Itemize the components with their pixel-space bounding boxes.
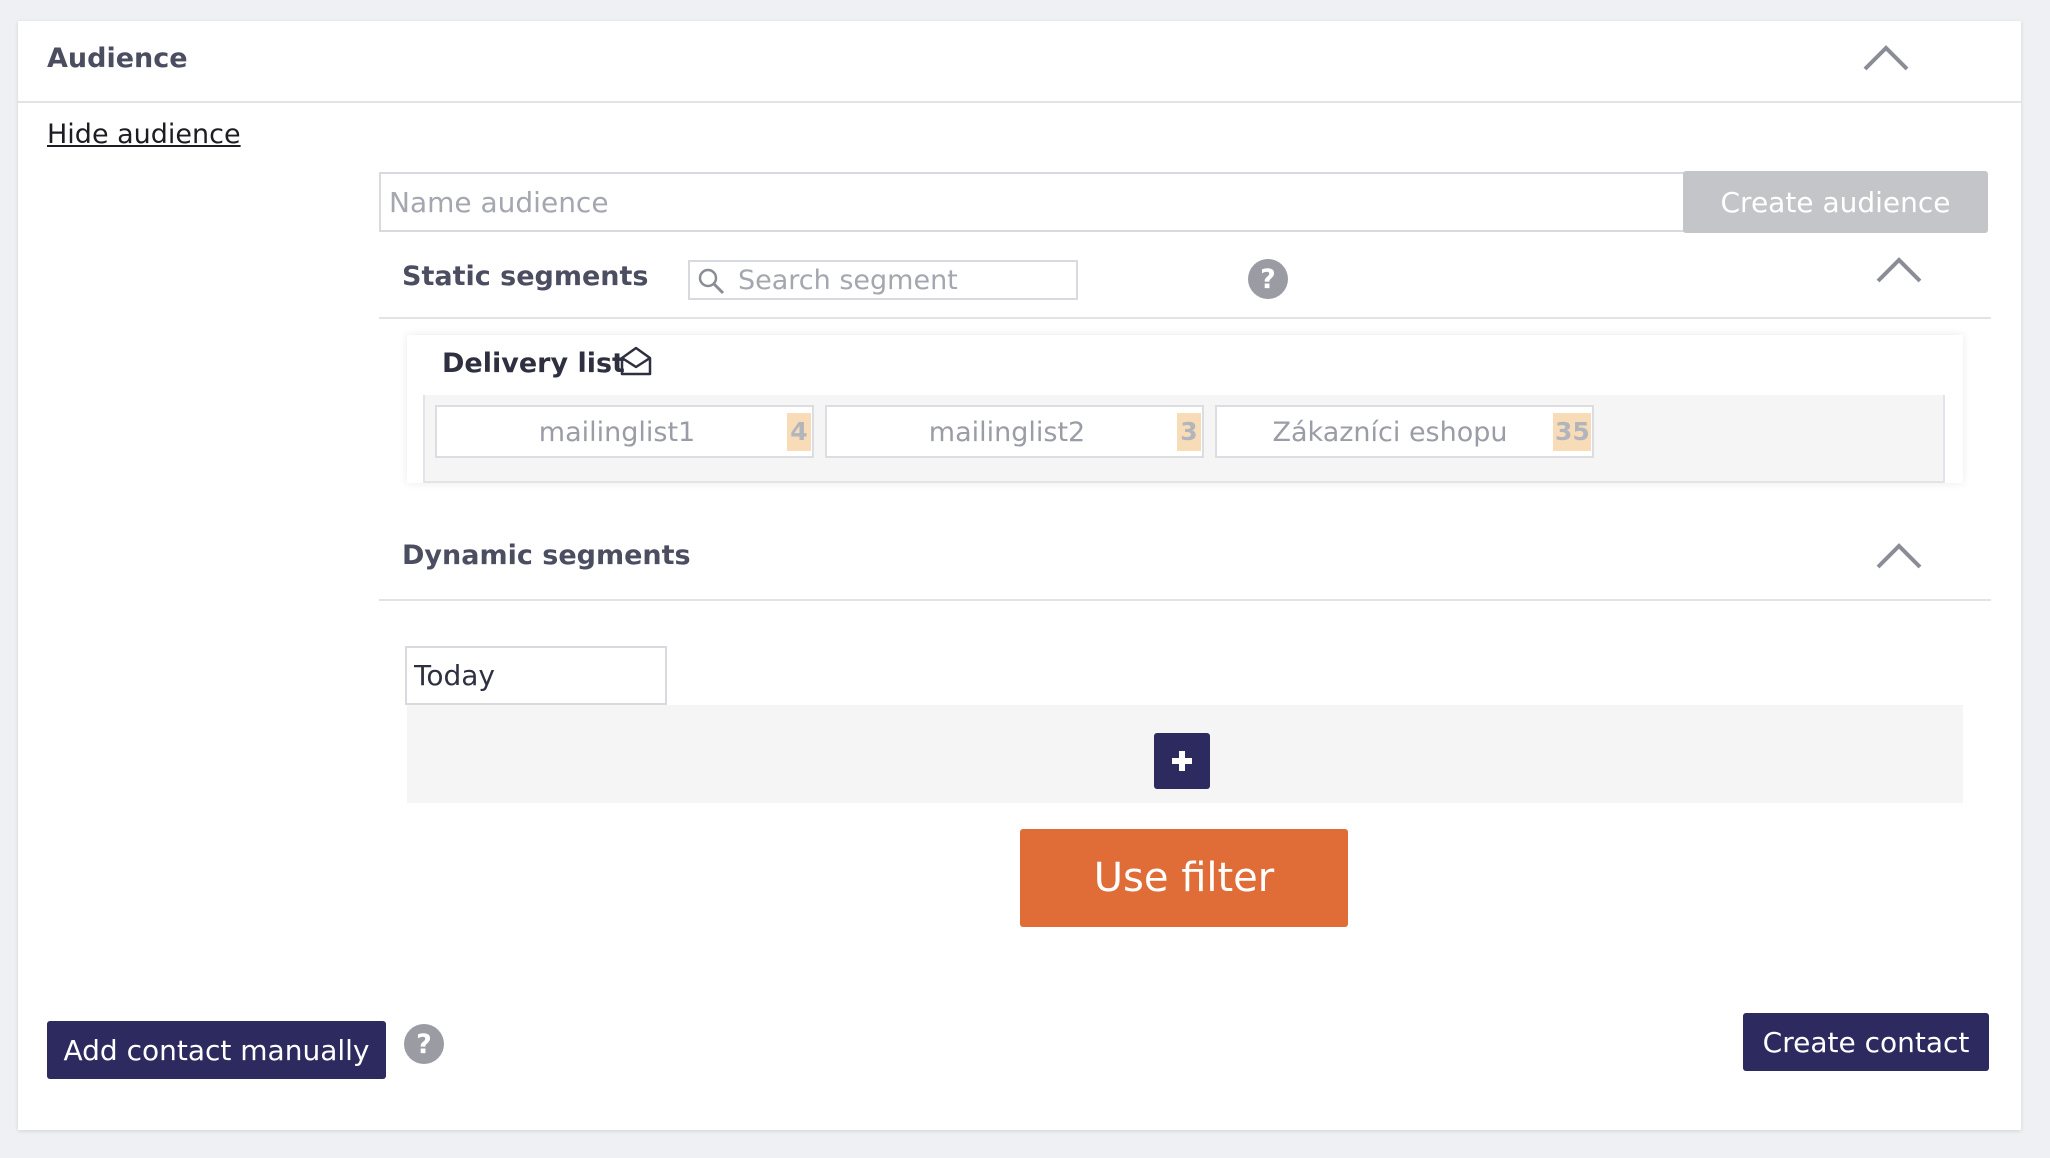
- static-segments-help-icon[interactable]: ?: [1247, 258, 1289, 300]
- segment-count-badge: 4: [787, 413, 811, 451]
- create-contact-button[interactable]: Create contact: [1743, 1013, 1989, 1071]
- delivery-list-title: Delivery list: [442, 348, 625, 379]
- segment-chip-label: mailinglist2: [928, 417, 1086, 448]
- date-filter-input[interactable]: [405, 646, 667, 705]
- collapse-static-segments-chevron-up-icon[interactable]: [1875, 253, 1923, 285]
- create-audience-button[interactable]: Create audience: [1683, 171, 1988, 233]
- plus-icon: [1154, 749, 1210, 773]
- collapse-dynamic-segments-chevron-up-icon[interactable]: [1875, 539, 1923, 571]
- segment-search[interactable]: [688, 260, 1078, 300]
- segment-chip-mailinglist1[interactable]: mailinglist1 4: [435, 405, 814, 458]
- search-icon: [696, 266, 726, 300]
- svg-text:?: ?: [416, 1029, 432, 1060]
- svg-text:?: ?: [1260, 264, 1276, 295]
- collapse-audience-chevron-up-icon[interactable]: [1862, 41, 1910, 73]
- name-audience-input[interactable]: [379, 172, 1693, 232]
- envelope-open-icon: [620, 346, 652, 380]
- add-contact-manually-button[interactable]: Add contact manually: [47, 1021, 386, 1079]
- static-segments-title: Static segments: [402, 261, 649, 292]
- audience-panel: Audience Hide audience Create audience S…: [18, 21, 2021, 1130]
- use-filter-button[interactable]: Use filter: [1020, 829, 1348, 927]
- segment-chip-label: mailinglist1: [538, 417, 696, 448]
- search-segment-input[interactable]: [738, 262, 1074, 298]
- segment-count-badge: 35: [1553, 413, 1591, 451]
- segment-chip-zakaznici-eshopu[interactable]: Zákazníci eshopu 35: [1215, 405, 1594, 458]
- dynamic-segments-title: Dynamic segments: [402, 540, 691, 571]
- add-filter-button[interactable]: [1154, 733, 1210, 789]
- add-contact-help-icon[interactable]: ?: [403, 1023, 445, 1065]
- panel-title: Audience: [47, 43, 188, 74]
- static-segments-divider: [379, 317, 1991, 319]
- segment-count-badge: 3: [1177, 413, 1201, 451]
- segment-chip-label: Zákazníci eshopu: [1272, 417, 1508, 448]
- segment-chip-mailinglist2[interactable]: mailinglist2 3: [825, 405, 1204, 458]
- delivery-list-items: mailinglist1 4 mailinglist2 3 Zákazníci …: [423, 395, 1945, 483]
- delivery-list-card: Delivery list mailinglist1 4 mailinglist…: [407, 335, 1963, 483]
- audience-header[interactable]: Audience: [18, 21, 2021, 103]
- dynamic-segments-divider: [379, 599, 1991, 601]
- hide-audience-link[interactable]: Hide audience: [47, 119, 241, 150]
